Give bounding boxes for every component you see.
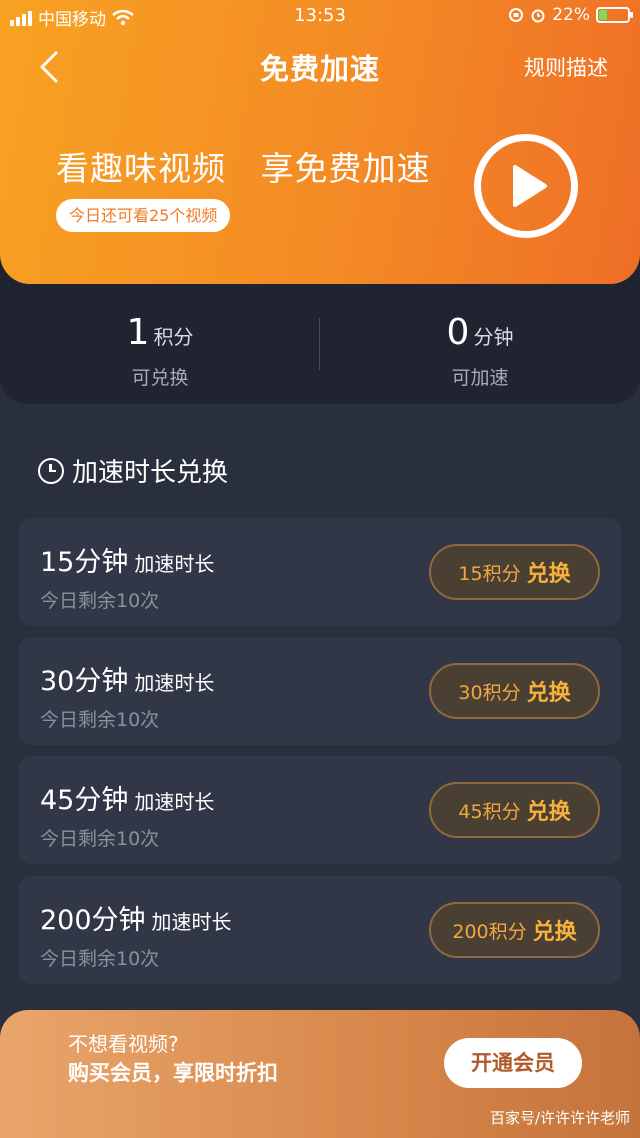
card-duration: 15分钟 [40, 547, 129, 578]
exchange-button[interactable]: 45积分 兑换 [429, 782, 600, 838]
exchange-card: 200分钟 加速时长 今日剩余10次 200积分 兑换 [18, 876, 622, 984]
watermark: 百家号/许许许许老师 [489, 1109, 630, 1127]
exchange-cost: 15积分 [458, 562, 521, 585]
exchange-button[interactable]: 15积分 兑换 [429, 544, 600, 600]
videos-remaining-badge: 今日还可看25个视频 [56, 199, 231, 232]
alarm-icon [531, 9, 545, 23]
exchange-card: 15分钟 加速时长 今日剩余10次 15积分 兑换 [18, 518, 622, 626]
section-header: 加速时长兑换 [38, 452, 228, 489]
promo-offer: 购买会员，享限时折扣 [68, 1061, 278, 1085]
exchange-card: 30分钟 加速时长 今日剩余10次 30积分 兑换 [18, 637, 622, 745]
rules-link[interactable]: 规则描述 [524, 52, 608, 82]
card-duration: 200分钟 [40, 905, 146, 936]
membership-promo-banner: 不想看视频? 购买会员，享限时折扣 开通会员 百家号/许许许许老师 [0, 1010, 640, 1138]
exchange-button[interactable]: 30积分 兑换 [429, 663, 600, 719]
exchange-cost: 30积分 [458, 681, 521, 704]
clock-icon [38, 457, 64, 484]
minutes-value: 0 [446, 312, 470, 353]
stats-divider [319, 318, 320, 370]
hero-headline: 看趣味视频 享免费加速 [56, 149, 431, 188]
card-subtitle: 加速时长 [151, 910, 232, 934]
points-stat: 1 积分 可兑换 [0, 312, 320, 390]
card-remaining: 今日剩余10次 [40, 590, 160, 612]
points-unit: 积分 [153, 325, 194, 349]
exchange-label: 兑换 [526, 800, 571, 825]
play-icon [513, 165, 547, 207]
minutes-stat: 0 分钟 可加速 [320, 312, 640, 390]
card-remaining: 今日剩余10次 [40, 828, 160, 850]
battery-icon [596, 7, 633, 23]
section-title: 加速时长兑换 [72, 458, 229, 488]
card-duration: 30分钟 [40, 666, 129, 697]
card-remaining: 今日剩余10次 [40, 709, 160, 731]
exchange-cost: 45积分 [458, 800, 521, 823]
hero-banner: 中国移动 13:53 22% 免费加速 规则描述 看趣味视频 享免费加速 今日还… [0, 0, 640, 284]
rotation-lock-icon [509, 8, 524, 22]
exchange-button[interactable]: 200积分 兑换 [429, 902, 600, 958]
exchange-label: 兑换 [526, 562, 571, 587]
promo-question: 不想看视频? [68, 1032, 179, 1056]
minutes-unit: 分钟 [473, 325, 514, 349]
exchange-cost: 200积分 [452, 920, 527, 943]
minutes-label: 可加速 [451, 367, 509, 389]
exchange-label: 兑换 [532, 920, 577, 945]
card-subtitle: 加速时长 [134, 790, 215, 814]
battery-percent: 22% [552, 5, 590, 25]
play-video-button[interactable] [474, 134, 578, 238]
exchange-card: 45分钟 加速时长 今日剩余10次 45积分 兑换 [18, 756, 622, 864]
card-duration: 45分钟 [40, 785, 129, 816]
status-bar: 中国移动 13:53 22% [0, 0, 640, 34]
card-subtitle: 加速时长 [134, 671, 215, 695]
open-membership-button[interactable]: 开通会员 [444, 1038, 582, 1088]
points-value: 1 [126, 312, 150, 353]
exchange-label: 兑换 [526, 681, 571, 706]
points-label: 可兑换 [131, 367, 189, 389]
card-subtitle: 加速时长 [134, 552, 215, 576]
card-remaining: 今日剩余10次 [40, 948, 160, 970]
